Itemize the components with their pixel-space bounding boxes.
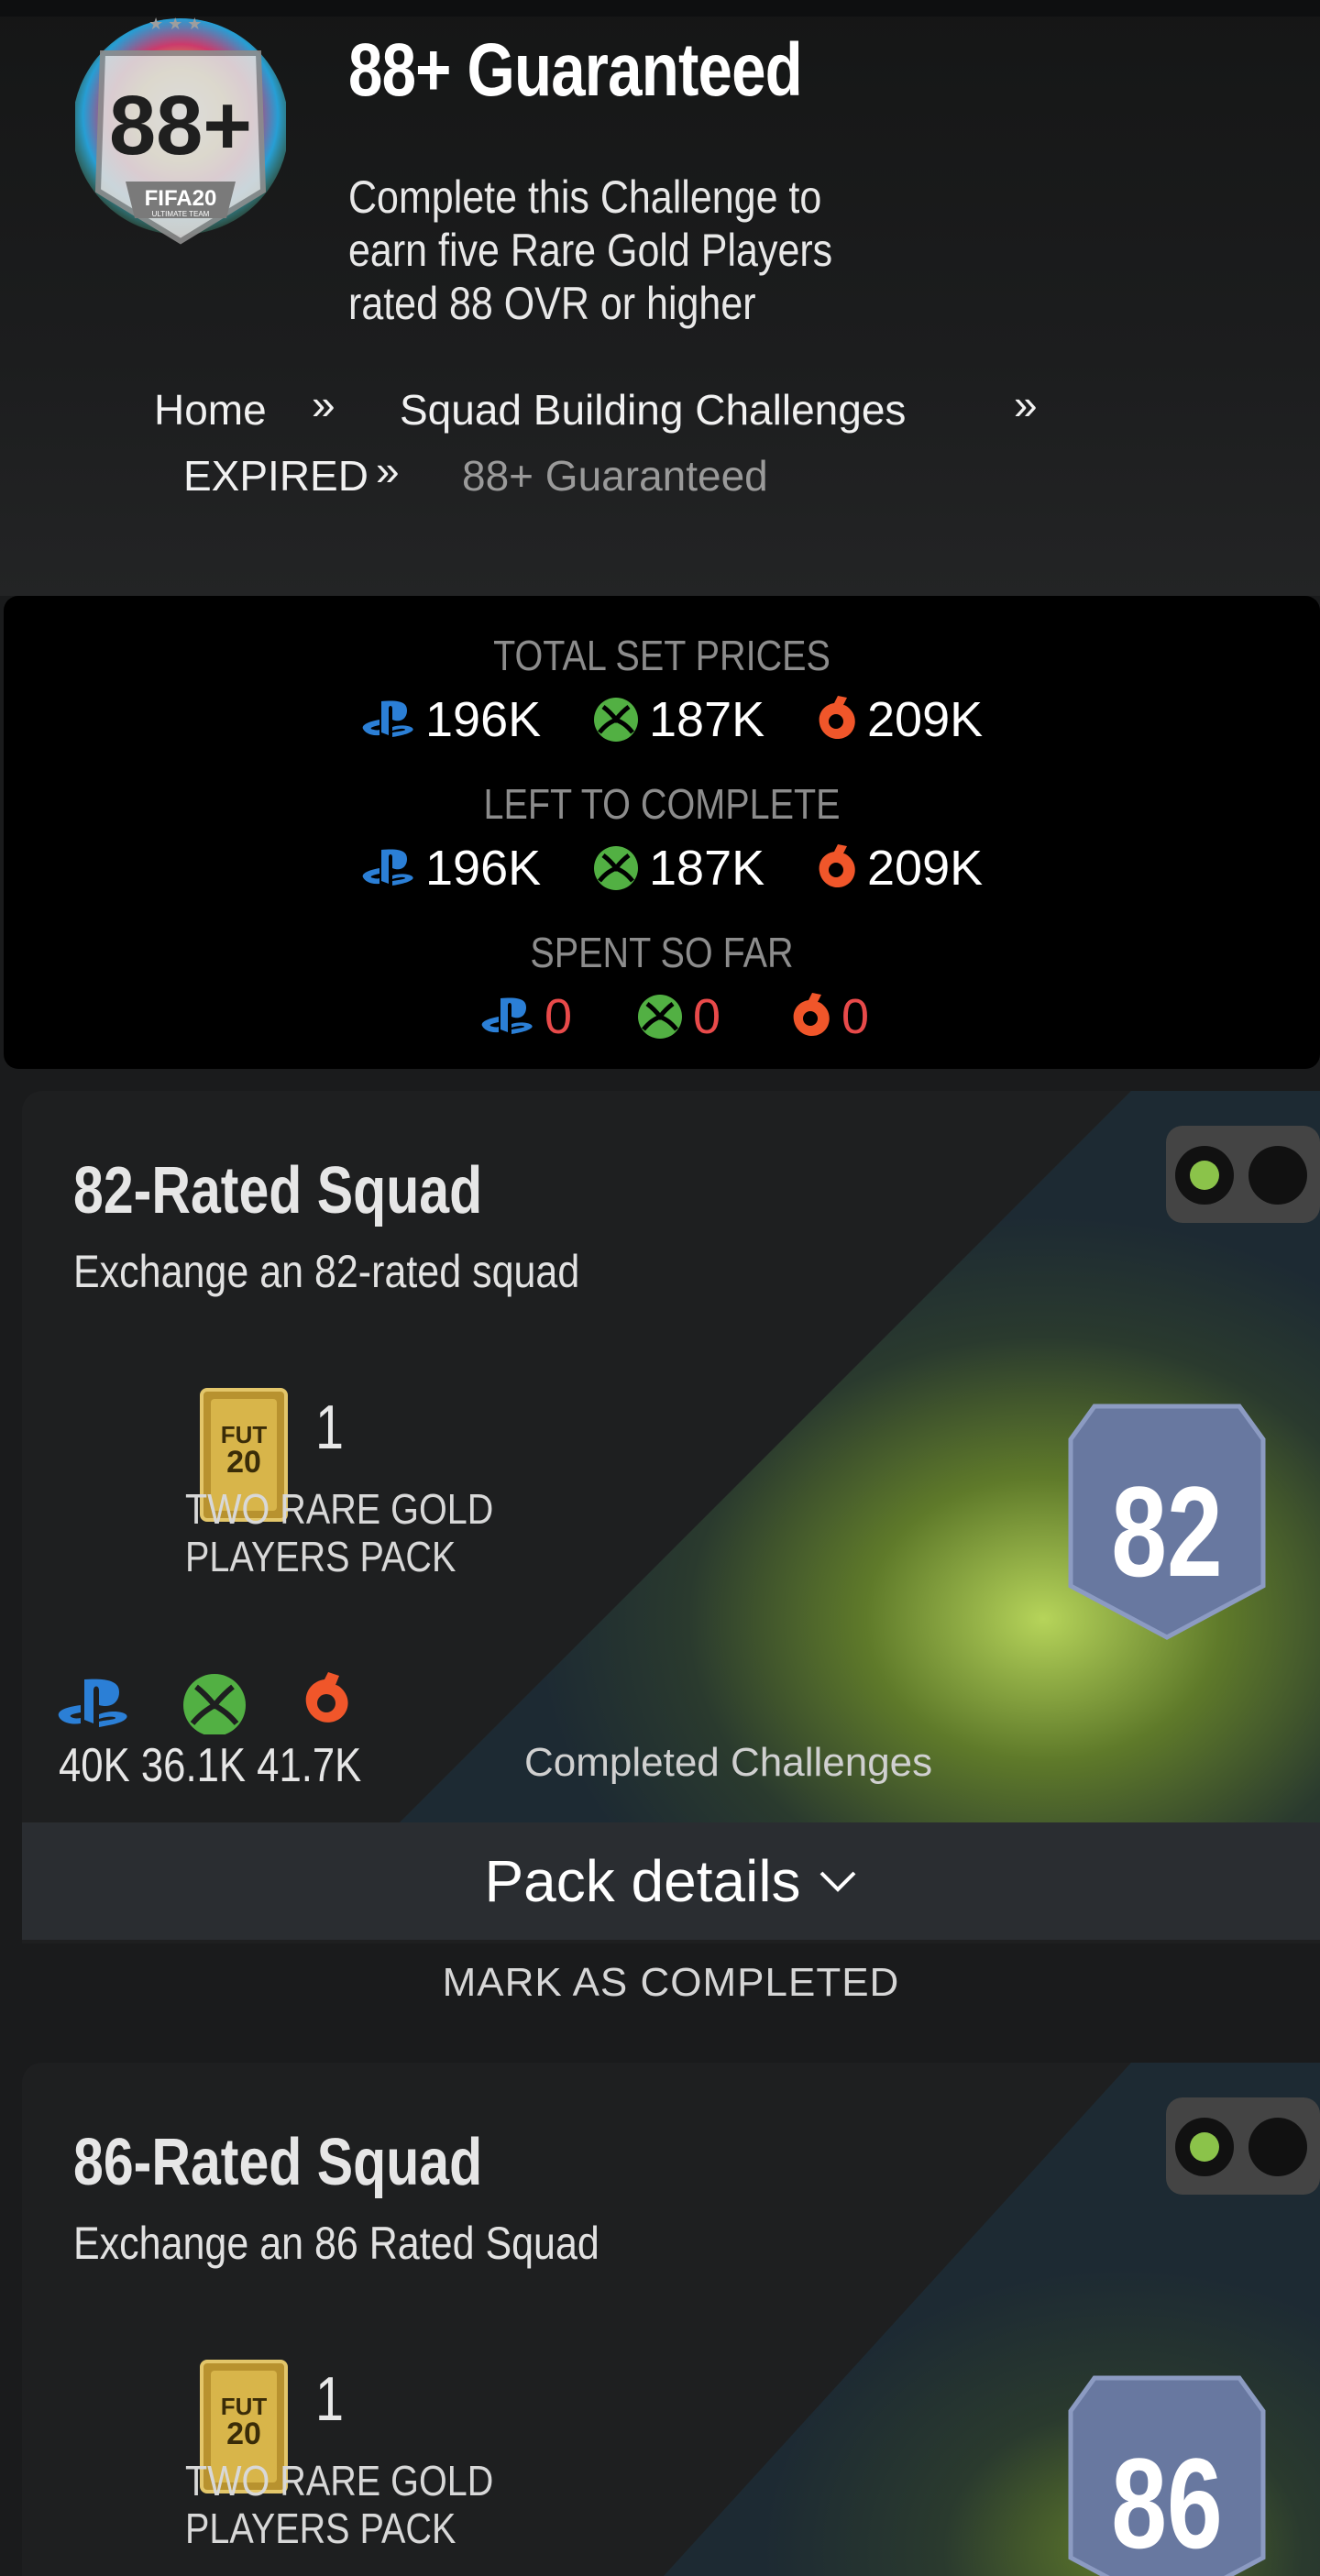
challenge-prices: 40K 36.1K 41.7K (59, 1738, 361, 1793)
completion-toggle[interactable] (1166, 2097, 1320, 2195)
page-subtitle: Complete this Challenge to earn five Rar… (348, 171, 833, 329)
chevron-down-icon (820, 1871, 855, 1892)
completed-challenges-label[interactable]: Completed Challenges (524, 1740, 932, 1786)
playstation-icon (58, 1679, 127, 1727)
toggle-dot-inactive (1248, 1146, 1307, 1205)
left-pc: 209K (814, 836, 983, 900)
challenge-title: 86-Rated Squad (73, 2126, 483, 2199)
playstation-icon (362, 700, 413, 737)
top-strip (0, 0, 1320, 17)
completion-toggle[interactable] (1166, 1126, 1320, 1223)
badge-subcaption: ULTIMATE TEAM (152, 210, 210, 218)
pack-name: TWO RARE GOLD PLAYERS PACK (185, 2457, 494, 2552)
xbox-icon (183, 1674, 246, 1734)
challenge-price-xbox: 36.1K (140, 1739, 247, 1792)
challenge-card: 82-Rated Squad Exchange an 82-rated squa… (22, 1091, 1320, 1943)
left-xbox-value: 187K (649, 841, 765, 896)
total-ps-value: 196K (425, 692, 542, 747)
page-title: 88+ Guaranteed (348, 28, 803, 112)
toggle-dot-active (1175, 1146, 1234, 1205)
required-rating: 86 (1111, 2431, 1223, 2575)
left-price-row: 196K 187K 209K (4, 836, 1320, 900)
breadcrumb-home[interactable]: Home (154, 385, 267, 435)
total-pc: 209K (814, 688, 983, 752)
left-to-complete-label: LEFT TO COMPLETE (483, 780, 841, 828)
left-pc-value: 209K (867, 841, 984, 896)
origin-icon (793, 993, 830, 1037)
xbox-icon (594, 846, 638, 890)
breadcrumb-separator: » (376, 446, 400, 494)
breadcrumb-separator: » (312, 380, 336, 428)
challenge-price-ps: 40K (59, 1739, 130, 1792)
total-xbox-value: 187K (649, 692, 765, 747)
origin-icon (819, 696, 855, 740)
total-set-prices-label: TOTAL SET PRICES (493, 632, 830, 679)
challenge-title: 82-Rated Squad (73, 1154, 483, 1227)
left-ps: 196K (361, 836, 541, 900)
total-price-row: 196K 187K 209K (4, 688, 1320, 752)
xbox-icon (594, 698, 638, 742)
spent-so-far-label: SPENT SO FAR (530, 929, 794, 976)
playstation-icon (362, 849, 413, 886)
fifa20-badge-icon: ★ ★ ★ 88+ FIFA20 ULTIMATE TEAM (75, 17, 286, 245)
breadcrumb-sbc[interactable]: Squad Building Challenges (400, 385, 906, 435)
spent-pc: 0 (788, 985, 869, 1049)
toggle-dot-active (1175, 2118, 1234, 2176)
badge-number: 88+ (109, 79, 252, 172)
sbc-header: ★ ★ ★ 88+ FIFA20 ULTIMATE TEAM 88+ Guara… (0, 0, 1320, 596)
origin-icon (819, 844, 855, 888)
total-ps: 196K (361, 688, 541, 752)
required-rating: 82 (1111, 1459, 1223, 1603)
left-ps-value: 196K (425, 841, 542, 896)
spent-xbox: 0 (636, 985, 720, 1049)
breadcrumb-current: 88+ Guaranteed (462, 452, 768, 500)
pack-details-label: Pack details (484, 1848, 801, 1914)
spent-price-row: 0 0 0 (4, 985, 1320, 1049)
svg-text:20: 20 (226, 2416, 261, 2451)
pack-count: 1 (315, 1393, 345, 1462)
spent-ps-value: 0 (544, 989, 573, 1044)
toggle-dot-inactive (1248, 2118, 1307, 2176)
set-price-summary: TOTAL SET PRICES 196K 187K 209K LEFT TO … (4, 596, 1320, 1069)
left-xbox: 187K (592, 836, 764, 900)
playstation-icon (481, 997, 533, 1034)
challenge-card: 86-Rated Squad Exchange an 86 Rated Squa… (22, 2063, 1320, 2576)
pack-name: TWO RARE GOLD PLAYERS PACK (185, 1485, 494, 1580)
spent-ps: 0 (480, 985, 572, 1049)
breadcrumb-separator: » (1014, 380, 1038, 428)
origin-icon (305, 1672, 348, 1723)
spent-pc-value: 0 (842, 989, 870, 1044)
svg-text:20: 20 (226, 1445, 261, 1480)
challenge-price-pc: 41.7K (257, 1739, 362, 1792)
platform-icons (58, 1672, 348, 1734)
badge-caption: FIFA20 (145, 186, 217, 211)
total-pc-value: 209K (867, 692, 984, 747)
pack-details-button[interactable]: Pack details (22, 1822, 1320, 1940)
mark-as-completed-button[interactable]: MARK AS COMPLETED (22, 1960, 1320, 2006)
breadcrumb-expired[interactable]: EXPIRED (183, 451, 368, 501)
challenge-description: Exchange an 86 Rated Squad (73, 2218, 600, 2269)
pack-count: 1 (315, 2364, 345, 2434)
total-xbox: 187K (592, 688, 764, 752)
svg-text:★ ★ ★: ★ ★ ★ (148, 17, 202, 33)
challenge-description: Exchange an 82-rated squad (73, 1246, 580, 1297)
xbox-icon (638, 995, 682, 1039)
spent-xbox-value: 0 (693, 989, 721, 1044)
